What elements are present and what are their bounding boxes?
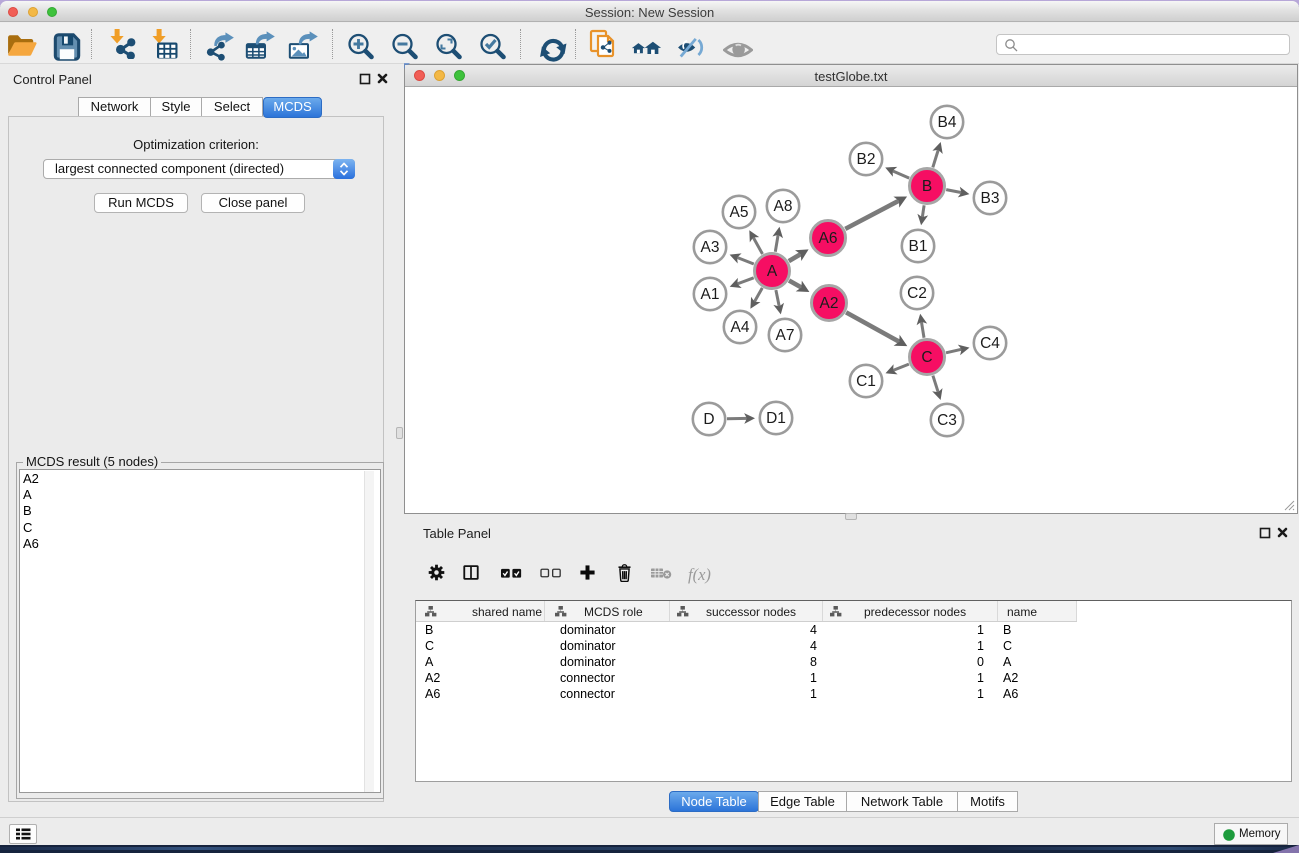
svg-text:A7: A7 — [776, 327, 795, 344]
svg-text:C4: C4 — [980, 335, 1000, 352]
svg-text:A6: A6 — [819, 230, 838, 247]
svg-text:B: B — [922, 178, 932, 195]
svg-text:B4: B4 — [938, 114, 957, 131]
svg-text:D: D — [703, 411, 714, 428]
svg-text:A5: A5 — [730, 204, 749, 221]
svg-text:B2: B2 — [857, 151, 876, 168]
svg-text:B3: B3 — [981, 190, 1000, 207]
svg-text:A1: A1 — [701, 286, 720, 303]
svg-text:C3: C3 — [937, 412, 957, 429]
svg-text:C: C — [921, 349, 932, 366]
svg-text:A: A — [767, 263, 778, 280]
svg-text:A8: A8 — [774, 198, 793, 215]
svg-text:C1: C1 — [856, 373, 876, 390]
svg-text:B1: B1 — [909, 238, 928, 255]
svg-text:A3: A3 — [701, 239, 720, 256]
svg-text:D1: D1 — [766, 410, 786, 427]
svg-text:A2: A2 — [820, 295, 839, 312]
svg-text:A4: A4 — [731, 319, 750, 336]
svg-text:C2: C2 — [907, 285, 927, 302]
